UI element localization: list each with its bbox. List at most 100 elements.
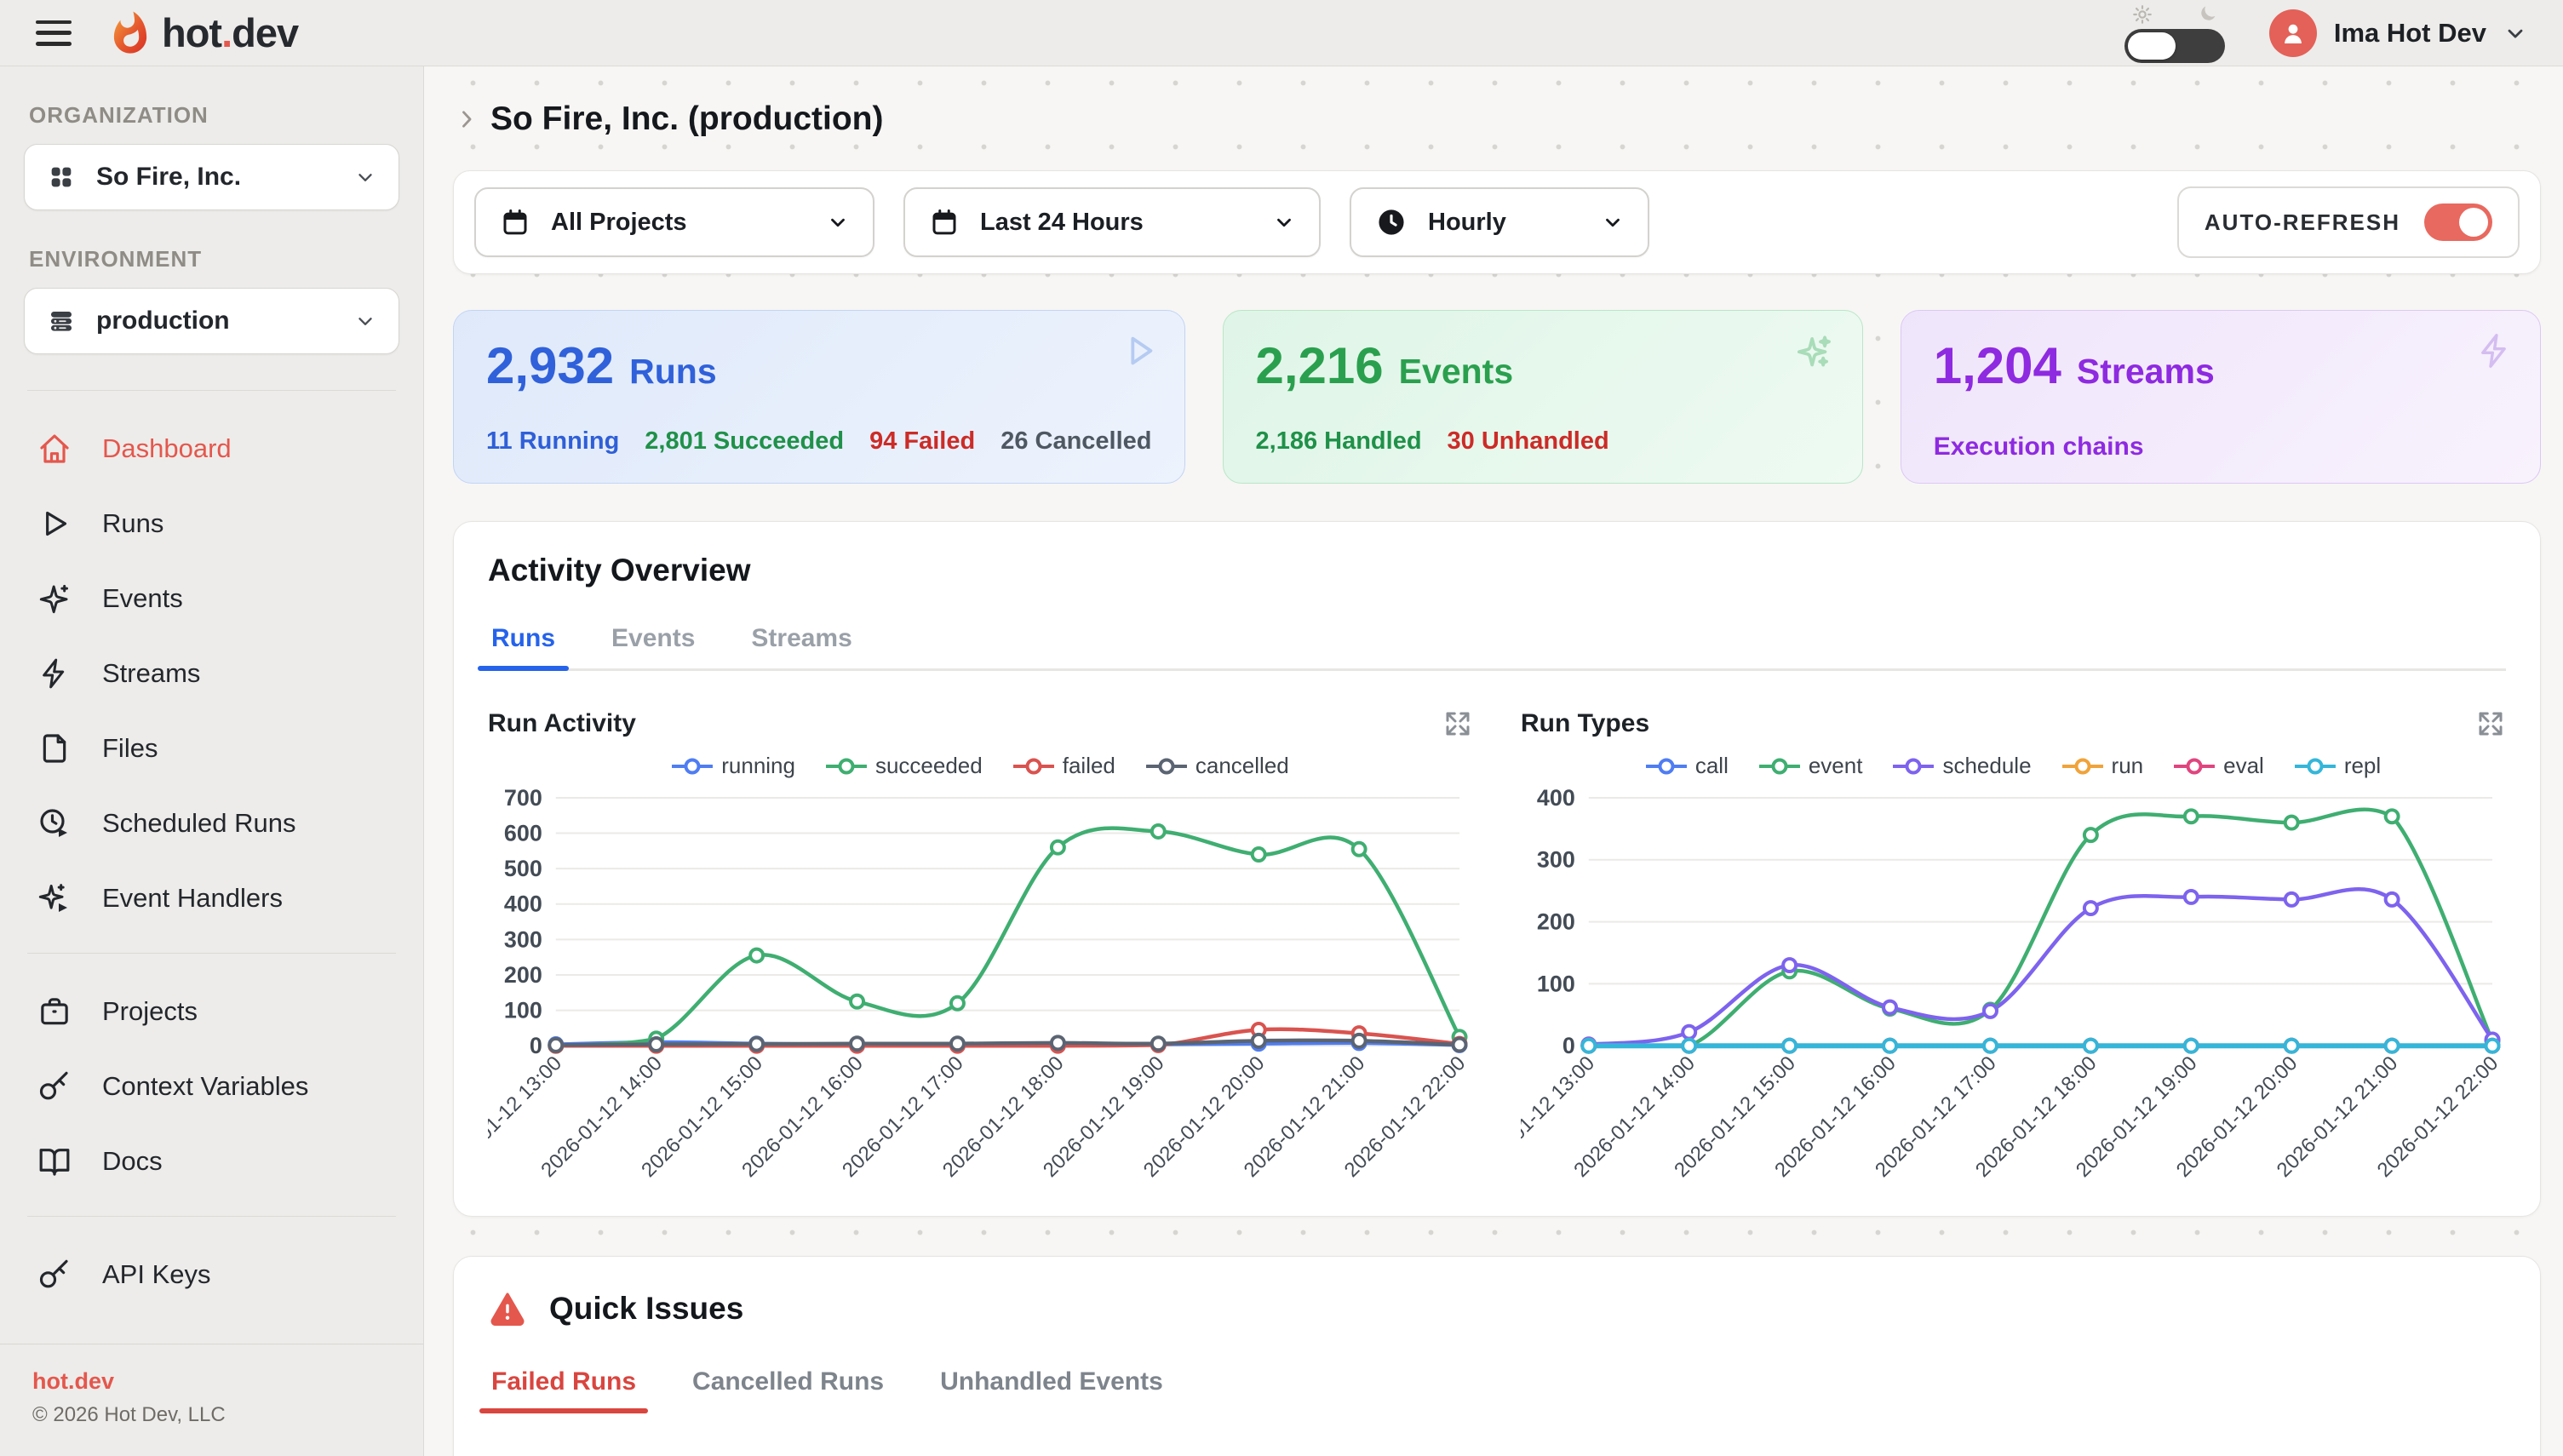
activity-overview-title: Activity Overview [488, 553, 2506, 588]
theme-switch-knob [2128, 32, 2176, 60]
run-types-chart: 01002003004002026-01-12 13:002026-01-12 … [1521, 782, 2506, 1182]
brand-name: hot.dev [162, 9, 298, 56]
clock-filled-icon [1375, 206, 1408, 238]
server-stack-icon [47, 307, 76, 335]
chevron-right-icon [455, 107, 479, 131]
legend-marker-icon [672, 758, 713, 775]
interval-value: Hourly [1428, 209, 1581, 237]
theme-switch-track[interactable] [2124, 29, 2225, 63]
environment-select[interactable]: production [24, 288, 399, 354]
legend-item-run[interactable]: run [2062, 753, 2144, 779]
hamburger-menu-icon[interactable] [36, 20, 72, 46]
stats-row: 2,932 Runs 11 Running 2,801 Succeeded 94… [453, 310, 2541, 484]
sun-icon [2131, 3, 2153, 26]
svg-text:100: 100 [1537, 971, 1575, 996]
quick-issues-tabs: Failed Runs Cancelled Runs Unhandled Eve… [488, 1367, 2506, 1413]
sidebar-item-docs[interactable]: Docs [24, 1124, 399, 1199]
sidebar-item-label: Scheduled Runs [102, 808, 296, 839]
tab-events[interactable]: Events [608, 624, 698, 668]
sidebar-item-runs[interactable]: Runs [24, 486, 399, 561]
events-stat-card[interactable]: 2,216 Events 2,186 Handled 30 Unhandled [1223, 310, 1863, 484]
project-filter-select[interactable]: All Projects [474, 187, 874, 257]
legend-item-repl[interactable]: repl [2295, 753, 2381, 779]
svg-text:100: 100 [504, 998, 542, 1023]
tab-unhandled-events[interactable]: Unhandled Events [937, 1367, 1167, 1413]
legend-marker-icon [1893, 758, 1934, 775]
legend-marker-icon [1646, 758, 1687, 775]
sidebar-item-projects[interactable]: Projects [24, 974, 399, 1049]
legend-label: call [1695, 753, 1729, 779]
runs-failed: 94 Failed [869, 427, 975, 456]
key-icon [37, 1069, 72, 1103]
user-menu[interactable]: Ima Hot Dev [2269, 9, 2527, 57]
sidebar-item-label: Projects [102, 996, 198, 1027]
streams-stat-card[interactable]: 1,204 Streams Execution chains [1901, 310, 2541, 484]
filter-bar: All Projects Last 24 Hours Hourly AUT [453, 170, 2541, 274]
page-title: So Fire, Inc. (production) [490, 100, 884, 138]
interval-select[interactable]: Hourly [1350, 187, 1649, 257]
legend-item-running[interactable]: running [672, 753, 795, 779]
quick-issues-card: Quick Issues Failed Runs Cancelled Runs … [453, 1256, 2541, 1456]
flame-logo-icon [107, 10, 153, 56]
legend-label: cancelled [1195, 753, 1289, 779]
legend-item-succeeded[interactable]: succeeded [826, 753, 983, 779]
sidebar-item-event-handlers[interactable]: Event Handlers [24, 861, 399, 936]
legend-item-call[interactable]: call [1646, 753, 1729, 779]
sidebar-item-label: Context Variables [102, 1071, 308, 1102]
expand-icon[interactable] [2475, 708, 2506, 739]
svg-text:300: 300 [504, 926, 542, 952]
theme-toggle[interactable] [2124, 3, 2225, 63]
chevron-down-icon [2503, 21, 2527, 45]
tab-cancelled-runs[interactable]: Cancelled Runs [689, 1367, 887, 1413]
sidebar-item-events[interactable]: Events [24, 561, 399, 636]
legend-item-schedule[interactable]: schedule [1893, 753, 2031, 779]
events-unhandled: 30 Unhandled [1448, 427, 1609, 456]
legend-marker-icon [2062, 758, 2103, 775]
footer-brand[interactable]: hot.dev [32, 1368, 391, 1395]
moon-icon [2198, 3, 2218, 26]
divider [27, 1216, 396, 1217]
legend-item-event[interactable]: event [1759, 753, 1863, 779]
organization-select[interactable]: So Fire, Inc. [24, 144, 399, 210]
svg-text:0: 0 [1562, 1033, 1575, 1058]
time-range-select[interactable]: Last 24 Hours [903, 187, 1321, 257]
auto-refresh-toggle[interactable] [2424, 203, 2492, 241]
auto-refresh-control: AUTO-REFRESH [2177, 186, 2520, 258]
tab-runs[interactable]: Runs [488, 624, 559, 668]
sidebar-item-label: Event Handlers [102, 883, 283, 914]
brand-logo[interactable]: hot.dev [107, 9, 298, 56]
warning-icon [488, 1289, 527, 1328]
svg-text:700: 700 [504, 785, 542, 811]
runs-stat-card[interactable]: 2,932 Runs 11 Running 2,801 Succeeded 94… [453, 310, 1185, 484]
legend-item-cancelled[interactable]: cancelled [1146, 753, 1289, 779]
sidebar-item-scheduled-runs[interactable]: Scheduled Runs [24, 786, 399, 861]
events-handled: 2,186 Handled [1256, 427, 1422, 456]
run-activity-legend: running succeeded failed cancelled [488, 753, 1473, 779]
legend-label: repl [2344, 753, 2381, 779]
project-filter-value: All Projects [551, 209, 806, 237]
legend-marker-icon [1146, 758, 1187, 775]
activity-tabs: Runs Events Streams [488, 624, 2506, 671]
key-icon [37, 1258, 72, 1292]
tab-failed-runs[interactable]: Failed Runs [488, 1367, 639, 1413]
clock-play-icon [37, 806, 72, 840]
sidebar-item-streams[interactable]: Streams [24, 636, 399, 711]
streams-count: 1,204 [1934, 336, 2061, 395]
sidebar-item-dashboard[interactable]: Dashboard [24, 411, 399, 486]
legend-item-eval[interactable]: eval [2174, 753, 2264, 779]
expand-icon[interactable] [1442, 708, 1473, 739]
sidebar-item-files[interactable]: Files [24, 711, 399, 786]
sidebar-item-label: Files [102, 733, 158, 764]
run-types-title: Run Types [1521, 709, 1649, 738]
tab-streams[interactable]: Streams [748, 624, 855, 668]
sidebar-nav-secondary: Projects Context Variables Docs [24, 974, 399, 1199]
sidebar-nav: Dashboard Runs Events Streams Files [24, 411, 399, 936]
sidebar-item-api-keys[interactable]: API Keys [24, 1237, 399, 1312]
legend-item-failed[interactable]: failed [1013, 753, 1115, 779]
activity-overview-card: Activity Overview Runs Events Streams Ru… [453, 521, 2541, 1217]
sidebar-item-label: Dashboard [102, 433, 232, 464]
top-bar: hot.dev Ima Hot Dev [0, 0, 2563, 66]
runs-count: 2,932 [486, 336, 614, 395]
sidebar-item-context-variables[interactable]: Context Variables [24, 1049, 399, 1124]
organization-label: ORGANIZATION [29, 102, 394, 129]
